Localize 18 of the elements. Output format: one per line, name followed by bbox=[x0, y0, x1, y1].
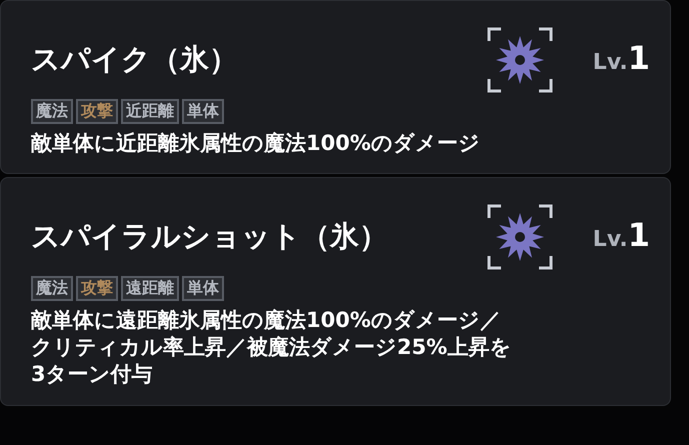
level-label: Lv. bbox=[592, 48, 628, 76]
tag: 魔法 bbox=[31, 99, 73, 124]
tag: 遠距離 bbox=[121, 276, 179, 301]
skill-description: 敵単体に近距離氷属性の魔法100%のダメージ bbox=[31, 130, 481, 157]
skill-name: スパイク（氷） bbox=[31, 44, 238, 76]
level-label: Lv. bbox=[592, 226, 628, 254]
skill-name: スパイラルショット（氷） bbox=[31, 221, 388, 254]
tag: 魔法 bbox=[31, 276, 73, 301]
tag: 単体 bbox=[182, 276, 224, 301]
snowflake-icon bbox=[486, 204, 553, 270]
tag: 近距離 bbox=[121, 99, 179, 124]
skill-description: 敵単体に遠距離氷属性の魔法100%のダメージ／ クリティカル率上昇／被魔法ダメージ25%上昇を 3ターン付与 bbox=[31, 306, 512, 388]
tag: 攻撃 bbox=[76, 276, 118, 301]
tag: 単体 bbox=[182, 99, 224, 124]
snowflake-icon bbox=[486, 27, 553, 93]
level-value: 1 bbox=[628, 218, 650, 251]
tag: 攻撃 bbox=[76, 99, 118, 124]
level-value: 1 bbox=[628, 42, 650, 74]
